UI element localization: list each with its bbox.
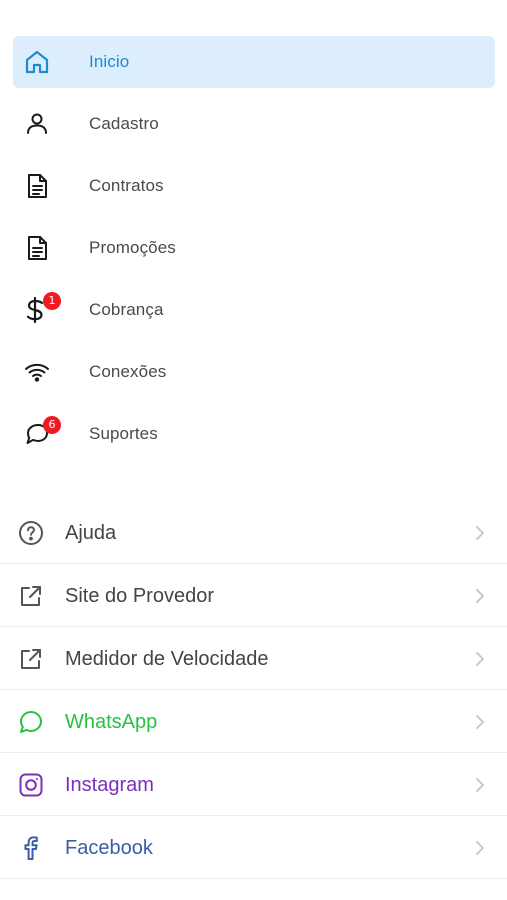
chevron-right-icon: [475, 651, 485, 667]
chevron-right-icon: [475, 588, 485, 604]
menu-item-contratos[interactable]: Contratos: [13, 160, 495, 212]
side-menu: Inicio Cadastro Contratos Promoções 1 Co…: [0, 0, 507, 900]
menu-label-cadastro: Cadastro: [89, 114, 159, 133]
menu-label-inicio: Inicio: [89, 52, 130, 71]
document-icon: [23, 172, 51, 200]
menu-item-promocoes[interactable]: Promoções: [13, 222, 495, 274]
menu-item-suportes[interactable]: 6 Suportes: [13, 408, 495, 460]
user-icon: [23, 110, 51, 138]
home-icon: [23, 48, 51, 76]
link-row-site-do-provedor[interactable]: Site do Provedor: [0, 565, 507, 627]
menu-item-conexoes[interactable]: Conexões: [13, 346, 495, 398]
external-link-icon: [18, 583, 44, 609]
menu-item-cadastro[interactable]: Cadastro: [13, 98, 495, 150]
menu-label-suportes: Suportes: [89, 424, 158, 443]
chevron-right-icon: [475, 714, 485, 730]
link-row-facebook[interactable]: Facebook: [0, 817, 507, 879]
menu-label-cobranca: Cobrança: [89, 300, 164, 319]
menu-item-cobranca[interactable]: 1 Cobrança: [13, 284, 495, 336]
menu-label-promocoes: Promoções: [89, 238, 176, 257]
help-circle-icon: [18, 520, 44, 546]
chevron-right-icon: [475, 525, 485, 541]
link-label-ajuda: Ajuda: [65, 522, 117, 544]
chevron-right-icon: [475, 840, 485, 856]
facebook-icon: [18, 835, 44, 861]
link-row-instagram[interactable]: Instagram: [0, 754, 507, 816]
link-label-instagram: Instagram: [65, 774, 154, 796]
document-icon: [23, 234, 51, 262]
support-badge: 6: [43, 416, 61, 434]
menu-item-inicio[interactable]: Inicio: [13, 36, 495, 88]
link-row-whatsapp[interactable]: WhatsApp: [0, 691, 507, 753]
link-row-ajuda[interactable]: Ajuda: [0, 502, 507, 564]
link-label-medidor-de-velocidade: Medidor de Velocidade: [65, 648, 269, 670]
external-link-icon: [18, 646, 44, 672]
chevron-right-icon: [475, 777, 485, 793]
chat-icon: 6: [23, 416, 61, 448]
link-label-facebook: Facebook: [65, 837, 153, 859]
billing-badge: 1: [43, 292, 61, 310]
wifi-icon: [23, 358, 51, 386]
dollar-icon: 1: [23, 292, 61, 324]
menu-label-conexoes: Conexões: [89, 362, 167, 381]
link-label-whatsapp: WhatsApp: [65, 711, 158, 733]
link-label-site-do-provedor: Site do Provedor: [65, 585, 214, 607]
menu-label-contratos: Contratos: [89, 176, 164, 195]
instagram-icon: [18, 772, 44, 798]
link-row-medidor-de-velocidade[interactable]: Medidor de Velocidade: [0, 628, 507, 690]
whatsapp-icon: [18, 709, 44, 735]
